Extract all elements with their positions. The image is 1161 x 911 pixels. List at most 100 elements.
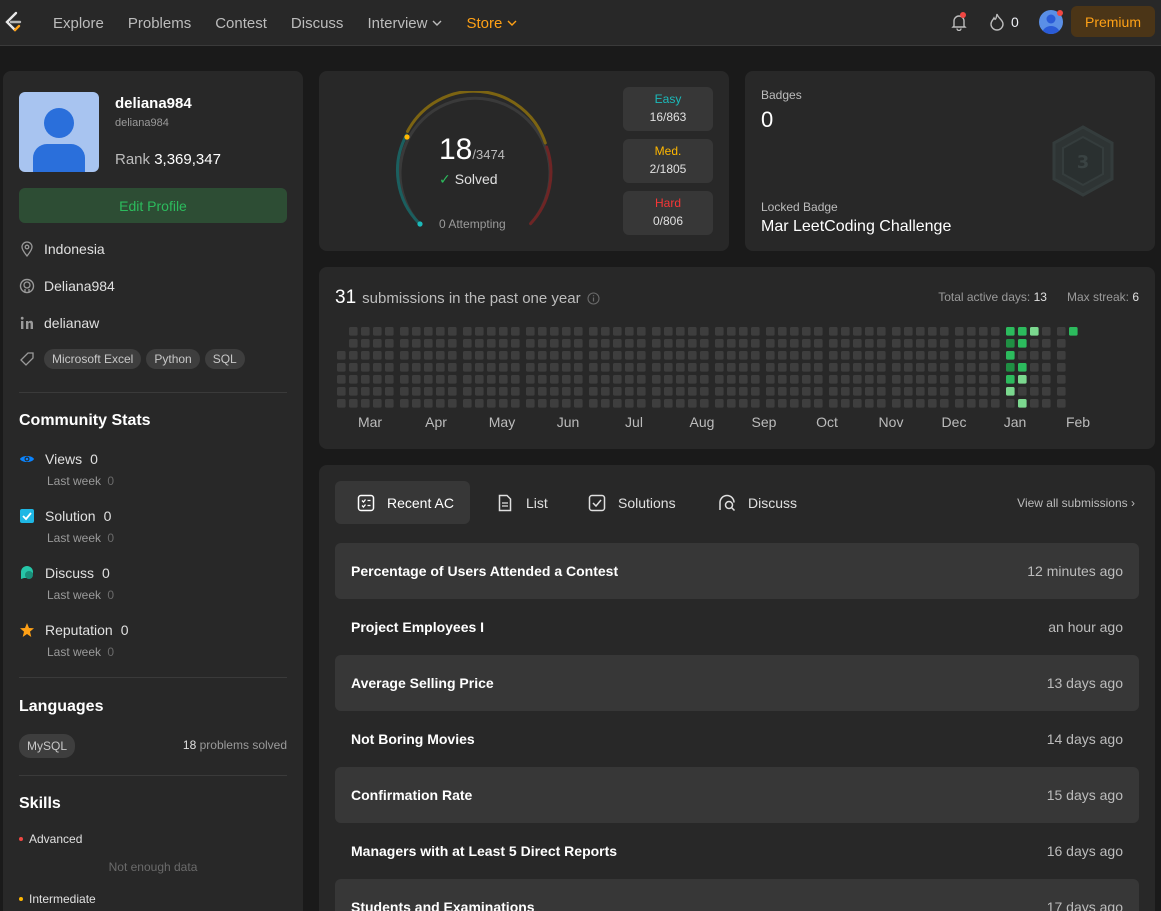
- heatmap-cell[interactable]: [688, 339, 697, 348]
- heatmap-cell[interactable]: [967, 339, 976, 348]
- heatmap-cell[interactable]: [739, 363, 748, 372]
- heatmap-cell[interactable]: [613, 399, 622, 408]
- heatmap-cell[interactable]: [940, 399, 949, 408]
- heatmap-cell[interactable]: [1042, 351, 1051, 360]
- heatmap-cell[interactable]: [814, 399, 823, 408]
- heatmap-cell[interactable]: [916, 351, 925, 360]
- heatmap-cell[interactable]: [700, 387, 709, 396]
- heatmap-cell[interactable]: [574, 327, 583, 336]
- heatmap-cell[interactable]: [829, 375, 838, 384]
- heatmap-cell[interactable]: [841, 375, 850, 384]
- heatmap-cell[interactable]: [979, 351, 988, 360]
- heatmap-cell[interactable]: [1018, 399, 1027, 408]
- heatmap-cell[interactable]: [751, 363, 760, 372]
- heatmap-cell[interactable]: [589, 351, 598, 360]
- heatmap-cell[interactable]: [487, 363, 496, 372]
- heatmap-cell[interactable]: [751, 399, 760, 408]
- heatmap-cell[interactable]: [424, 375, 433, 384]
- heatmap-cell[interactable]: [991, 351, 1000, 360]
- heatmap-cell[interactable]: [1030, 375, 1039, 384]
- heatmap-cell[interactable]: [814, 327, 823, 336]
- heatmap-cell[interactable]: [349, 339, 358, 348]
- heatmap-cell[interactable]: [337, 375, 346, 384]
- heatmap-cell[interactable]: [778, 363, 787, 372]
- heatmap-cell[interactable]: [562, 327, 571, 336]
- heatmap-cell[interactable]: [892, 339, 901, 348]
- heatmap-cell[interactable]: [625, 327, 634, 336]
- heatmap-cell[interactable]: [463, 375, 472, 384]
- heatmap-cell[interactable]: [955, 339, 964, 348]
- heatmap-cell[interactable]: [487, 399, 496, 408]
- heatmap-cell[interactable]: [865, 375, 874, 384]
- heatmap-cell[interactable]: [967, 363, 976, 372]
- heatmap-cell[interactable]: [589, 363, 598, 372]
- heatmap-cell[interactable]: [778, 375, 787, 384]
- profile-avatar[interactable]: [19, 92, 99, 172]
- heatmap-cell[interactable]: [1018, 363, 1027, 372]
- heatmap-cell[interactable]: [865, 339, 874, 348]
- heatmap-cell[interactable]: [550, 399, 559, 408]
- heatmap-cell[interactable]: [715, 399, 724, 408]
- heatmap-cell[interactable]: [385, 339, 394, 348]
- fire-streak-icon[interactable]: [989, 13, 1005, 31]
- heatmap-cell[interactable]: [940, 351, 949, 360]
- heatmap-cell[interactable]: [979, 339, 988, 348]
- heatmap-cell[interactable]: [727, 363, 736, 372]
- heatmap-cell[interactable]: [373, 327, 382, 336]
- heatmap-cell[interactable]: [1018, 351, 1027, 360]
- heatmap-cell[interactable]: [424, 339, 433, 348]
- heatmap-cell[interactable]: [991, 399, 1000, 408]
- heatmap-cell[interactable]: [739, 351, 748, 360]
- heatmap-cell[interactable]: [790, 351, 799, 360]
- heatmap-cell[interactable]: [1030, 351, 1039, 360]
- heatmap-cell[interactable]: [904, 363, 913, 372]
- heatmap-cell[interactable]: [499, 327, 508, 336]
- heatmap-cell[interactable]: [1057, 375, 1066, 384]
- heatmap-cell[interactable]: [979, 375, 988, 384]
- heatmap-cell[interactable]: [625, 351, 634, 360]
- heatmap-cell[interactable]: [475, 351, 484, 360]
- submission-row[interactable]: Confirmation Rate 15 days ago: [335, 767, 1139, 823]
- heatmap-cell[interactable]: [373, 339, 382, 348]
- heatmap-cell[interactable]: [979, 363, 988, 372]
- heatmap-cell[interactable]: [916, 327, 925, 336]
- heatmap-cell[interactable]: [1006, 399, 1015, 408]
- heatmap-cell[interactable]: [841, 351, 850, 360]
- heatmap-cell[interactable]: [739, 375, 748, 384]
- heatmap-cell[interactable]: [412, 399, 421, 408]
- heatmap-cell[interactable]: [790, 399, 799, 408]
- heatmap-cell[interactable]: [436, 375, 445, 384]
- heatmap-cell[interactable]: [739, 327, 748, 336]
- nav-interview[interactable]: Interview: [367, 15, 442, 32]
- heatmap-cell[interactable]: [337, 387, 346, 396]
- heatmap-cell[interactable]: [766, 399, 775, 408]
- heatmap-cell[interactable]: [955, 375, 964, 384]
- heatmap-cell[interactable]: [814, 387, 823, 396]
- heatmap-cell[interactable]: [853, 339, 862, 348]
- heatmap-cell[interactable]: [361, 399, 370, 408]
- heatmap-cell[interactable]: [337, 363, 346, 372]
- heatmap-cell[interactable]: [424, 399, 433, 408]
- heatmap-cell[interactable]: [511, 387, 520, 396]
- heatmap-cell[interactable]: [412, 327, 421, 336]
- heatmap-cell[interactable]: [373, 363, 382, 372]
- heatmap-cell[interactable]: [361, 375, 370, 384]
- heatmap-cell[interactable]: [700, 399, 709, 408]
- tab-recent-ac[interactable]: Recent AC: [335, 481, 470, 524]
- heatmap-cell[interactable]: [526, 375, 535, 384]
- heatmap-cell[interactable]: [589, 375, 598, 384]
- heatmap-cell[interactable]: [601, 327, 610, 336]
- heatmap-cell[interactable]: [979, 327, 988, 336]
- heatmap-cell[interactable]: [436, 387, 445, 396]
- heatmap-cell[interactable]: [967, 351, 976, 360]
- heatmap-cell[interactable]: [853, 375, 862, 384]
- heatmap-cell[interactable]: [385, 327, 394, 336]
- heatmap-cell[interactable]: [700, 363, 709, 372]
- heatmap-cell[interactable]: [1018, 339, 1027, 348]
- heatmap-cell[interactable]: [766, 387, 775, 396]
- heatmap-cell[interactable]: [715, 363, 724, 372]
- heatmap-cell[interactable]: [790, 363, 799, 372]
- heatmap-cell[interactable]: [538, 351, 547, 360]
- heatmap-cell[interactable]: [1057, 363, 1066, 372]
- heatmap-cell[interactable]: [637, 339, 646, 348]
